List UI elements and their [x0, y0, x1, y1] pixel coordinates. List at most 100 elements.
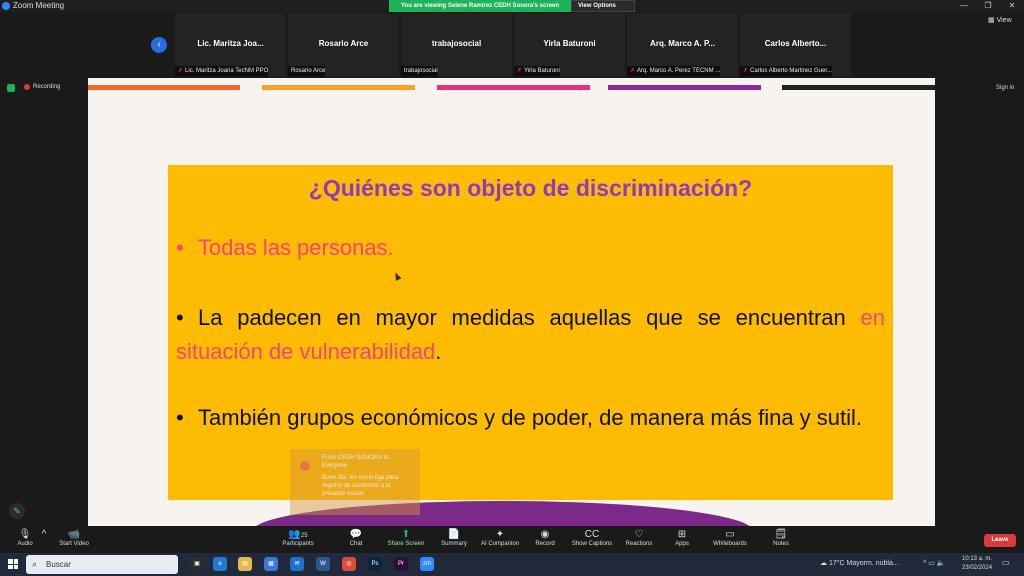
start-video-button[interactable]: 📹 Start Video: [55, 529, 93, 547]
bullet-text-end: .: [435, 339, 442, 364]
photoshop-icon[interactable]: Ps: [368, 557, 382, 571]
annotate-pencil-icon[interactable]: ✎: [9, 503, 25, 519]
share-screen-icon: ⬆: [401, 529, 411, 540]
bullet-text: Todas las personas.: [198, 235, 394, 260]
security-shield-icon[interactable]: [7, 84, 15, 92]
audio-label: Audio: [17, 541, 33, 547]
store-icon[interactable]: ▦: [264, 557, 278, 571]
audio-options-chevron[interactable]: ^: [40, 529, 48, 541]
file-explorer-icon[interactable]: ▤: [238, 557, 252, 571]
show-captions-label: Show Captions: [571, 541, 613, 547]
minimize-button[interactable]: —: [952, 0, 976, 12]
summary-label: Summary: [441, 541, 467, 547]
chat-preview-toast[interactable]: From CEDH SONORA to Everyone Buen día, l…: [290, 449, 420, 515]
record-button[interactable]: ◉ Record: [532, 529, 558, 547]
system-tray[interactable]: ^ ▭ 🔈: [923, 559, 946, 567]
shared-screen-slide: ¿Quiénes son objeto de discriminación? •…: [88, 78, 935, 526]
sign-in-link[interactable]: Sign in: [996, 85, 1014, 91]
previous-participants-button[interactable]: ‹: [151, 37, 167, 53]
search-icon: ⌕: [32, 559, 38, 569]
chat-button[interactable]: 💬 Chat: [344, 529, 368, 547]
system-clock[interactable]: 10:13 a. m. 23/02/2024: [962, 555, 992, 573]
window-title-bar: Zoom Meeting You are viewing Selene Ramí…: [0, 0, 1024, 19]
participant-tile[interactable]: Arq. Marco A. P... ✗ Arq. Marco A. Perez T…: [627, 13, 738, 77]
participant-name: Carlos Alberto...: [764, 39, 827, 48]
participant-label: ✗ Carlos Alberto Martinez Guer...: [740, 66, 833, 77]
participant-label: ✗ Yirla Baturoni: [514, 66, 560, 77]
windows-start-icon[interactable]: [8, 559, 18, 569]
cloud-icon: ☁: [820, 560, 827, 567]
decor-stripe: [437, 85, 590, 90]
edge-browser-icon[interactable]: e: [213, 557, 227, 571]
apps-label: Apps: [675, 541, 689, 547]
window-title: Zoom Meeting: [13, 1, 65, 10]
summary-icon: 📄: [447, 529, 461, 540]
participant-label-text: Yirla Baturoni: [524, 68, 560, 74]
task-view-icon[interactable]: ▣: [190, 557, 204, 571]
sparkle-icon: ✦: [495, 529, 505, 540]
participant-label-text: Rosario Arce: [291, 68, 326, 74]
chat-preview-message: Buen día, les envío liga para registro d…: [322, 475, 399, 497]
weather-widget[interactable]: ☁ 17°C Mayorm. nubla...: [820, 559, 899, 567]
chevron-up-icon: ^: [923, 560, 927, 567]
record-label: Record: [535, 541, 555, 547]
participant-label: Rosario Arce: [288, 66, 326, 77]
chrome-icon[interactable]: ◎: [342, 557, 356, 571]
bullet-item: • Todas las personas.: [176, 235, 394, 260]
participants-count: 25: [300, 533, 308, 539]
participant-tile[interactable]: Yirla Baturoni ✗ Yirla Baturoni: [514, 13, 625, 77]
avatar: [300, 461, 310, 471]
participant-label: ✗ Lic. Maritza Joana TecNM PPO: [175, 66, 269, 77]
reactions-label: Reactions: [625, 541, 653, 547]
view-button[interactable]: ▦ View: [988, 16, 1012, 24]
view-button-label: View: [996, 17, 1012, 24]
share-screen-button[interactable]: ⬆ Share Screen: [386, 529, 426, 547]
participants-icon: 👥25: [288, 529, 308, 540]
weather-text: 17°C Mayorm. nubla...: [828, 560, 899, 567]
bullet-text: La padecen en mayor medidas aquellas que…: [198, 305, 861, 330]
mail-icon[interactable]: ✉: [290, 557, 304, 571]
taskbar-search-box[interactable]: ⌕ Buscar: [26, 555, 178, 574]
reactions-button[interactable]: ♡ Reactions: [624, 529, 654, 547]
participants-button[interactable]: 👥25 Participants: [280, 529, 316, 547]
decor-stripe: [782, 85, 935, 90]
participant-label-text: trabajosocial: [404, 68, 438, 74]
viewing-banner: You are viewing Selene Ramírez CEDH Sono…: [389, 0, 571, 12]
participant-label: ✗ Arq. Marco A. Perez TECNM ...: [627, 66, 721, 77]
recording-indicator[interactable]: Recording: [24, 84, 60, 90]
notifications-icon[interactable]: ▭: [1002, 558, 1010, 567]
participant-name: Lic. Maritza Joa...: [197, 39, 264, 48]
share-screen-label: Share Screen: [387, 541, 425, 547]
participant-name: Rosario Arce: [318, 39, 369, 48]
bullet-item: • También grupos económicos y de poder, d…: [176, 405, 863, 430]
apps-button[interactable]: ⊞ Apps: [672, 529, 692, 547]
maximize-button[interactable]: ❐: [976, 0, 1000, 12]
participant-tile[interactable]: Rosario Arce Rosario Arce: [288, 13, 399, 77]
window-controls: — ❐ ✕: [952, 0, 1024, 12]
muted-mic-icon: ✗: [630, 68, 636, 74]
view-options-label: View Options: [578, 3, 616, 9]
leave-button[interactable]: Leave: [984, 534, 1016, 547]
chevron-up-icon: ^: [41, 529, 47, 540]
whiteboards-button[interactable]: ▭ Whiteboards: [710, 529, 750, 547]
bullet-text: También grupos económicos y de poder, de…: [198, 405, 863, 430]
zoom-app-icon[interactable]: zm: [420, 557, 434, 571]
notes-button[interactable]: 🗒 Notes: [770, 529, 792, 547]
start-video-label: Start Video: [59, 541, 89, 547]
close-window-button[interactable]: ✕: [1000, 0, 1024, 12]
ai-companion-button[interactable]: ✦ AI Companion: [478, 529, 522, 547]
participant-label: trabajosocial: [401, 66, 438, 77]
chat-icon: 💬: [349, 529, 363, 540]
premiere-icon[interactable]: Pr: [394, 557, 408, 571]
participant-tile[interactable]: Lic. Maritza Joa... ✗ Lic. Maritza Joana T…: [175, 13, 286, 77]
word-icon[interactable]: W: [316, 557, 330, 571]
clock-time: 10:13 a. m.: [962, 556, 993, 562]
volume-icon: 🔈: [936, 560, 946, 567]
audio-button[interactable]: 🎙 Audio: [14, 529, 36, 547]
view-options-button[interactable]: View Options ⌄: [571, 0, 635, 19]
participant-tile[interactable]: Carlos Alberto... ✗ Carlos Alberto Martine…: [740, 13, 851, 77]
notes-icon: 🗒: [774, 529, 788, 540]
summary-button[interactable]: 📄 Summary: [438, 529, 470, 547]
participant-tile[interactable]: trabajosocial trabajosocial: [401, 13, 512, 77]
show-captions-button[interactable]: CC Show Captions: [570, 529, 614, 547]
